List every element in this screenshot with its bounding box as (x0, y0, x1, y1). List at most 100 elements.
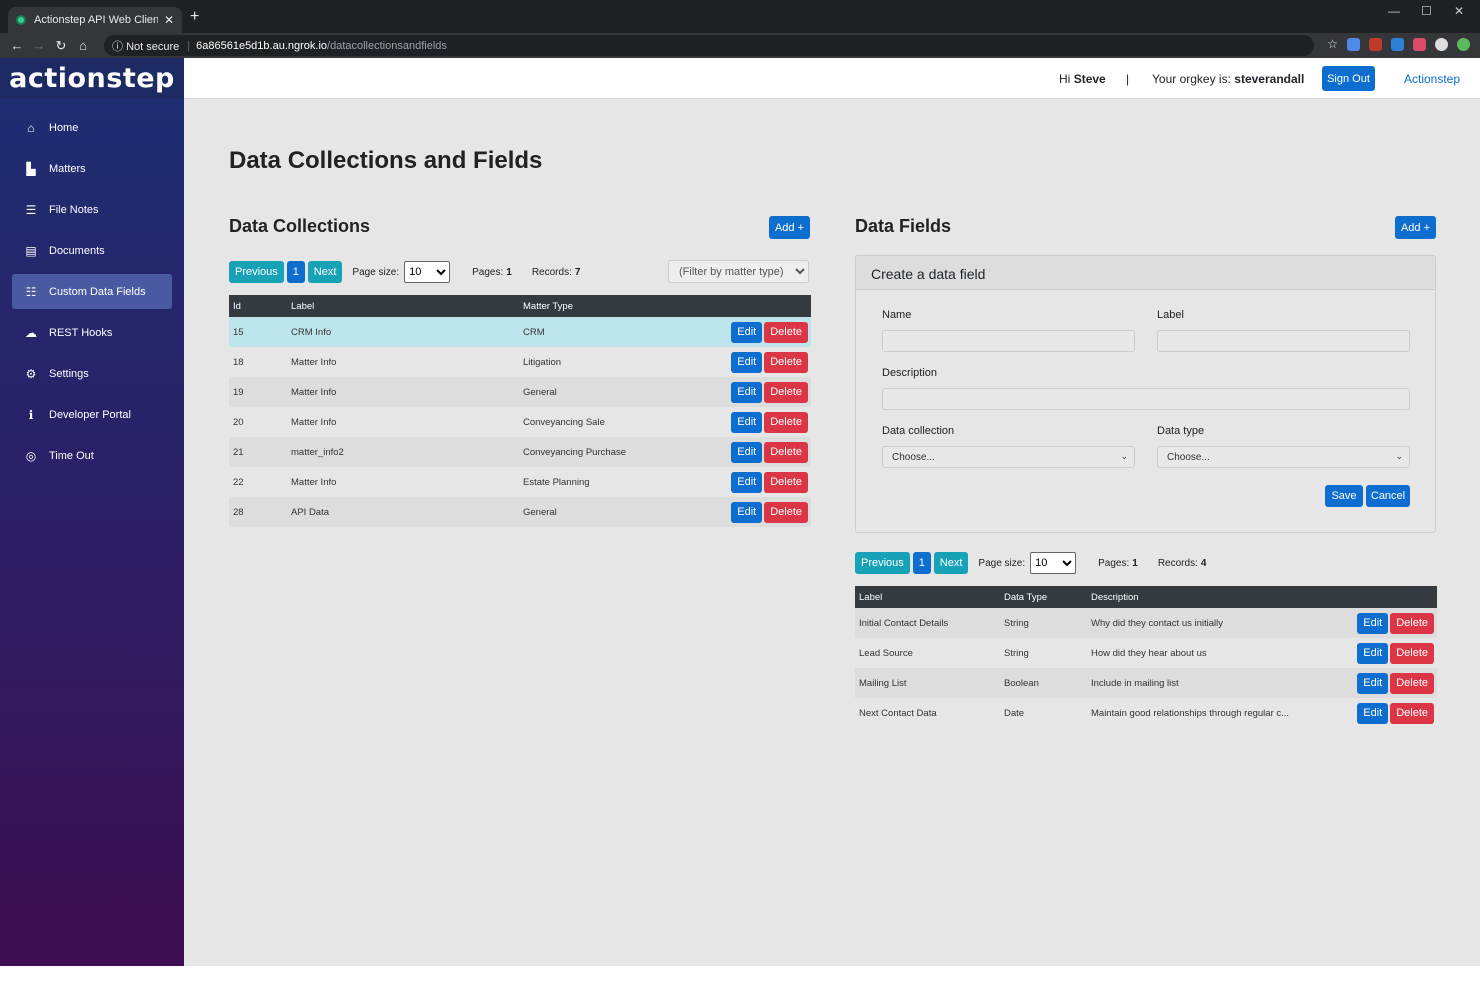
close-tab-icon[interactable]: ✕ (164, 13, 174, 27)
close-window-icon[interactable]: ✕ (1454, 4, 1464, 18)
add-field-button[interactable]: Add + (1395, 216, 1436, 239)
cancel-button[interactable]: Cancel (1366, 485, 1410, 507)
table-cell-type: Conveyancing Purchase (519, 437, 721, 467)
row-actions: Edit Delete (721, 407, 811, 437)
table-row[interactable]: 18 Matter Info Litigation Edit Delete (229, 347, 811, 377)
minimize-icon[interactable]: — (1388, 4, 1400, 18)
address-bar[interactable]: ⓘ Not secure | 6a86561e5d1b.au.ngrok.io /… (104, 35, 1314, 56)
edit-button[interactable]: Edit (731, 411, 763, 433)
edit-button[interactable]: Edit (731, 471, 763, 493)
table-row[interactable]: 21 matter_info2 Conveyancing Purchase Edit D… (229, 437, 811, 467)
table-cell-type: String (1000, 608, 1087, 638)
edit-button[interactable]: Edit (1357, 672, 1389, 694)
table-row[interactable]: Lead Source String How did they hear about… (855, 638, 1437, 668)
brand-logo[interactable]: actionstep (0, 58, 184, 99)
target-icon: ◎ (25, 448, 37, 463)
maximize-icon[interactable]: ☐ (1421, 4, 1432, 18)
delete-button[interactable]: Delete (764, 501, 808, 523)
back-icon[interactable]: ← (6, 38, 28, 53)
browser-window: Actionstep API Web Client ✕ + — ☐ ✕ ← → … (0, 0, 1480, 966)
edit-button[interactable]: Edit (1357, 642, 1389, 664)
select-value: Choose... (1167, 452, 1210, 463)
browser-toolbar: ← → ↻ ⌂ ⓘ Not secure | 6a86561e5d1b.au.n… (0, 33, 1480, 58)
sidebar-item-settings[interactable]: ⚙ Settings (12, 356, 172, 391)
table-row[interactable]: 15 CRM Info CRM Edit Delete (229, 317, 811, 347)
sidebar-item-documents[interactable]: ▤ Documents (12, 233, 172, 268)
edit-button[interactable]: Edit (1357, 612, 1389, 634)
page-1-button[interactable]: 1 (286, 261, 305, 283)
fields-pager: Previous 1 Next Page size: 10 Pages: 1 Re… (855, 552, 1226, 574)
row-actions: Edit Delete (721, 317, 811, 347)
table-cell-desc: Include in mailing list (1087, 668, 1352, 698)
page-1-button[interactable]: 1 (912, 552, 931, 574)
sidebar-item-rest-hooks[interactable]: ☁ REST Hooks (12, 315, 172, 350)
next-button[interactable]: Next (307, 261, 343, 283)
delete-button[interactable]: Delete (1390, 672, 1434, 694)
sidebar-item-custom-data-fields[interactable]: ☷ Custom Data Fields (12, 274, 172, 309)
not-secure-indicator[interactable]: ⓘ Not secure (112, 38, 179, 54)
page-size-select[interactable]: 10 (1030, 552, 1077, 574)
delete-button[interactable]: Delete (1390, 642, 1434, 664)
edit-button[interactable]: Edit (731, 381, 763, 403)
table-row[interactable]: 22 Matter Info Estate Planning Edit Delete (229, 467, 811, 497)
sidebar-item-home[interactable]: ⌂ Home (12, 110, 172, 145)
sidebar-item-label: File Notes (49, 203, 99, 216)
edit-button[interactable]: Edit (731, 321, 763, 343)
data-type-select[interactable]: Choose... ⌄ (1157, 446, 1410, 468)
browser-tab[interactable]: Actionstep API Web Client ✕ (8, 7, 182, 33)
name-field[interactable] (882, 330, 1135, 352)
sidebar-item-time-out[interactable]: ◎ Time Out (12, 438, 172, 473)
delete-button[interactable]: Delete (764, 471, 808, 493)
delete-button[interactable]: Delete (1390, 612, 1434, 634)
edit-button[interactable]: Edit (731, 441, 763, 463)
description-field[interactable] (882, 388, 1410, 410)
sidebar-item-label: Matters (49, 162, 86, 175)
fields-heading: Data Fields (855, 216, 952, 236)
extension-shield-icon[interactable] (1347, 37, 1360, 51)
top-bar: Hi Steve | Your orgkey is: steverandall … (184, 58, 1480, 99)
edit-button[interactable]: Edit (731, 351, 763, 373)
table-row[interactable]: 20 Matter Info Conveyancing Sale Edit Delete (229, 407, 811, 437)
table-row[interactable]: 19 Matter Info General Edit Delete (229, 377, 811, 407)
table-row[interactable]: Next Contact Data Date Maintain good relat… (855, 698, 1437, 728)
page-size-select[interactable]: 10 (404, 261, 451, 283)
home-browser-icon[interactable]: ⌂ (72, 38, 94, 53)
add-collection-button[interactable]: Add + (769, 216, 810, 239)
delete-button[interactable]: Delete (764, 381, 808, 403)
extension-green-icon[interactable] (1457, 37, 1470, 51)
label-field[interactable] (1157, 330, 1410, 352)
extension-blue-icon[interactable] (1391, 37, 1404, 51)
save-button[interactable]: Save (1325, 485, 1363, 507)
delete-button[interactable]: Delete (764, 351, 808, 373)
list-icon: ☰ (25, 202, 37, 217)
delete-button[interactable]: Delete (764, 321, 808, 343)
not-secure-label: Not secure (126, 40, 180, 53)
next-button[interactable]: Next (933, 552, 969, 574)
edit-button[interactable]: Edit (1357, 702, 1389, 724)
table-row[interactable]: Initial Contact Details String Why did the… (855, 608, 1437, 638)
delete-button[interactable]: Delete (1390, 702, 1434, 724)
sidebar-item-developer-portal[interactable]: ℹ Developer Portal (12, 397, 172, 432)
sidebar-item-matters[interactable]: ▙ Matters (12, 151, 172, 186)
actionstep-link[interactable]: Actionstep (1404, 72, 1460, 86)
reload-icon[interactable]: ↻ (50, 38, 72, 54)
file-icon: ▙ (26, 161, 36, 176)
adblock-icon[interactable] (1369, 37, 1382, 51)
delete-button[interactable]: Delete (764, 411, 808, 433)
table-row[interactable]: 28 API Data General Edit Delete (229, 497, 811, 527)
edit-button[interactable]: Edit (731, 501, 763, 523)
profile-icon[interactable] (1435, 37, 1448, 51)
forward-icon[interactable]: → (28, 38, 50, 53)
new-tab-icon[interactable]: + (190, 8, 199, 26)
matter-type-filter[interactable]: (Filter by matter type) (668, 260, 809, 283)
extension-red-icon[interactable] (1413, 37, 1426, 51)
previous-button[interactable]: Previous (229, 261, 284, 283)
data-collection-select[interactable]: Choose... ⌄ (882, 446, 1135, 468)
delete-button[interactable]: Delete (764, 441, 808, 463)
bookmark-star-icon[interactable]: ☆ (1327, 37, 1338, 51)
collections-pager: Previous 1 Next Page size: 10 Pages: 1 Re… (229, 261, 600, 283)
table-row[interactable]: Mailing List Boolean Include in mailing li… (855, 668, 1437, 698)
previous-button[interactable]: Previous (855, 552, 910, 574)
sidebar-item-file-notes[interactable]: ☰ File Notes (12, 192, 172, 227)
sign-out-button[interactable]: Sign Out (1322, 66, 1375, 91)
